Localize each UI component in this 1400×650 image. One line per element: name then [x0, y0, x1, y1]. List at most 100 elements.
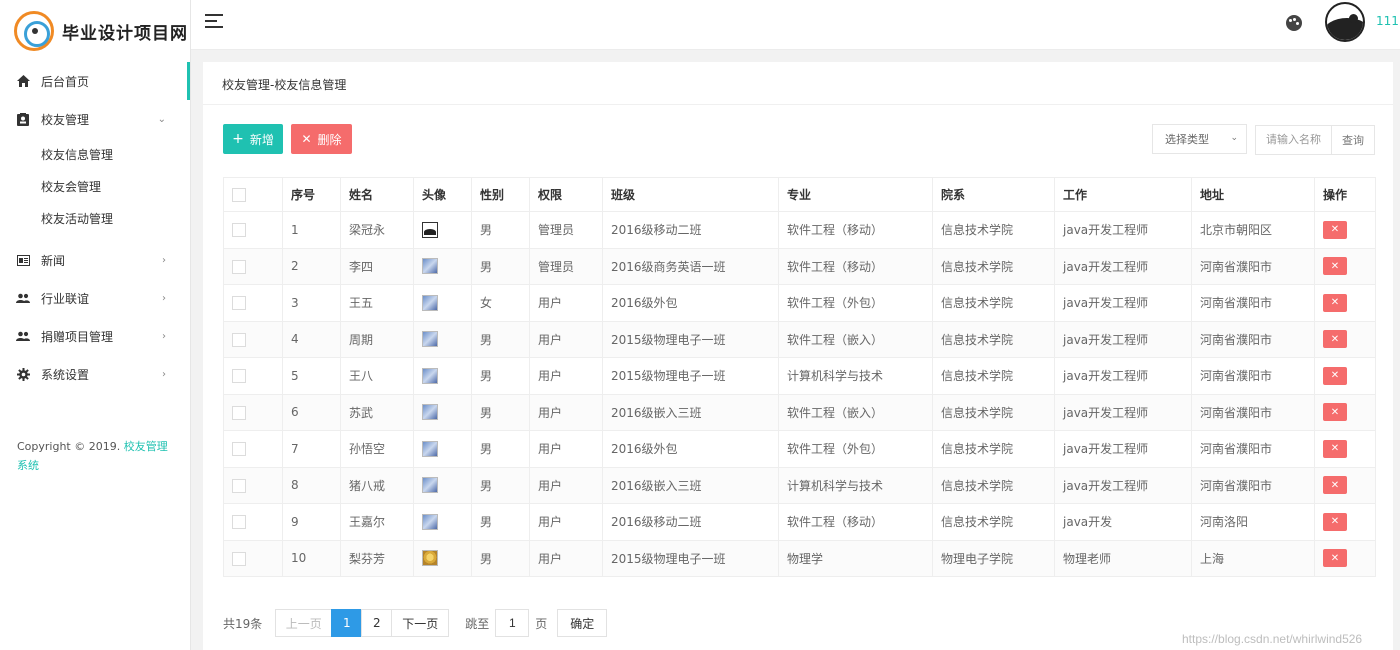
sidebar-subitem-alumni-association[interactable]: 校友会管理: [0, 170, 190, 202]
cell-name: 苏武: [340, 393, 414, 431]
avatar[interactable]: [1325, 2, 1365, 42]
sidebar-item-donation[interactable]: 捐赠项目管理 ›: [0, 317, 190, 355]
avatar-cell: [413, 211, 472, 249]
cell-role: 用户: [529, 393, 603, 431]
cell-no: 10: [282, 539, 341, 577]
type-select[interactable]: 选择类型 ⌄: [1152, 124, 1247, 154]
sidebar-item-home[interactable]: 后台首页: [0, 62, 190, 100]
sidebar-item-label: 新闻: [41, 253, 66, 268]
query-button[interactable]: 查询: [1331, 125, 1375, 155]
watermark: https://blog.csdn.net/whirlwind526: [1182, 632, 1363, 646]
avatar-thumbnail: [422, 294, 438, 311]
row-delete-button[interactable]: ✕: [1323, 439, 1347, 458]
cell-addr: 上海: [1191, 539, 1315, 577]
row-delete-button[interactable]: ✕: [1323, 366, 1347, 385]
row-checkbox[interactable]: [232, 223, 246, 237]
cell-name: 周期: [340, 320, 414, 358]
prev-page-button[interactable]: 上一页: [275, 609, 333, 637]
cell-addr: 河南省濮阳市: [1191, 466, 1315, 504]
row-checkbox[interactable]: [232, 551, 246, 566]
cell-major: 计算机科学与技术: [778, 466, 933, 504]
row-delete-button[interactable]: ✕: [1323, 476, 1347, 495]
row-checkbox[interactable]: [232, 478, 246, 493]
table-row[interactable]: 6 苏武 男用户 2016级嵌入三班 软件工程（嵌入） 信息技术学院 java开发工程师 河南…: [223, 393, 1376, 431]
select-all-checkbox[interactable]: [232, 187, 246, 202]
cell-class: 2016级外包: [602, 284, 779, 322]
action-cell: ✕: [1314, 357, 1376, 395]
row-delete-button[interactable]: ✕: [1323, 549, 1347, 568]
chevron-right-icon: ›: [162, 292, 166, 304]
row-delete-button[interactable]: ✕: [1323, 512, 1347, 531]
table-row[interactable]: 9 王嘉尔 男用户 2016级移动二班 软件工程（移动） 信息技术学院 java开发 河南洛阳…: [223, 503, 1376, 541]
row-checkbox[interactable]: [232, 405, 246, 420]
row-select-cell: [223, 320, 283, 358]
sidebar-item-news[interactable]: 新闻 ›: [0, 241, 190, 279]
cell-major: 软件工程（外包）: [778, 284, 933, 322]
cell-no: 3: [282, 284, 341, 322]
row-checkbox[interactable]: [232, 515, 246, 529]
row-select-cell: [223, 211, 283, 249]
search-input[interactable]: [1255, 125, 1332, 155]
row-checkbox[interactable]: [232, 369, 246, 383]
page-button-1[interactable]: 1: [331, 609, 363, 637]
add-button-label: 新增: [249, 132, 274, 147]
avatar-thumbnail: [422, 404, 438, 421]
chevron-right-icon: ›: [162, 368, 166, 380]
jump-page-input[interactable]: [495, 609, 530, 637]
row-checkbox[interactable]: [232, 296, 246, 310]
chevron-down-icon: ⌄: [157, 113, 166, 125]
menu-toggle-icon[interactable]: [205, 14, 223, 28]
table-row[interactable]: 8 猪八戒 男用户 2016级嵌入三班 计算机科学与技术 信息技术学院 java开发工程师河…: [223, 466, 1376, 504]
total-count: 共19条: [223, 616, 263, 631]
delete-button[interactable]: ✕ 删除: [291, 124, 352, 154]
row-checkbox[interactable]: [232, 259, 246, 274]
cell-addr: 北京市朝阳区: [1191, 211, 1315, 249]
table-row[interactable]: 5 王八 男用户 2015级物理电子一班 计算机科学与技术 信息技术学院 java开发工程师…: [223, 357, 1376, 395]
logo[interactable]: 毕业设计项目网: [0, 0, 190, 62]
action-cell: ✕: [1314, 466, 1376, 504]
table-row[interactable]: 7 孙悟空 男用户 2016级外包 软件工程（外包） 信息技术学院 java开发工程师 河南省…: [223, 430, 1376, 468]
plus-icon: +: [232, 131, 244, 147]
cell-no: 7: [282, 430, 341, 468]
username[interactable]: 111: [1376, 14, 1399, 28]
table-row[interactable]: 3 王五 女用户 2016级外包 软件工程（外包） 信息技术学院 java开发工程师 河南省濮…: [223, 284, 1376, 322]
avatar-thumbnail: [422, 367, 438, 384]
row-delete-button[interactable]: ✕: [1323, 403, 1347, 422]
page-button-2[interactable]: 2: [361, 609, 393, 637]
avatar-cell: [413, 247, 472, 285]
cell-role: 用户: [529, 503, 603, 541]
next-page-button[interactable]: 下一页: [391, 609, 450, 637]
confirm-jump-button[interactable]: 确定: [557, 609, 608, 637]
row-delete-button[interactable]: ✕: [1323, 257, 1347, 276]
column-header: 性别: [471, 177, 530, 212]
table-row[interactable]: 1 梁冠永 男管理员 2016级移动二班 软件工程（移动） 信息技术学院 java开发工程师…: [223, 211, 1376, 249]
row-checkbox[interactable]: [232, 442, 246, 456]
sidebar-item-settings[interactable]: 系统设置 ›: [0, 355, 190, 393]
cell-gender: 男: [471, 357, 530, 395]
sidebar-item-alumni[interactable]: 校友管理 ⌄: [0, 100, 190, 138]
row-delete-button[interactable]: ✕: [1323, 293, 1347, 312]
add-button[interactable]: + 新增: [223, 124, 283, 154]
palette-icon[interactable]: [1286, 15, 1302, 31]
table-row[interactable]: 10 梨芬芳 男用户 2015级物理电子一班 物理学 物理电子学院 物理老师 上海 ✕: [223, 539, 1376, 577]
alumni-submenu: 校友信息管理 校友会管理 校友活动管理: [0, 138, 190, 234]
cell-major: 软件工程（移动）: [778, 247, 933, 285]
cell-job: java开发工程师: [1054, 284, 1192, 322]
row-delete-button[interactable]: ✕: [1323, 330, 1347, 349]
row-delete-button[interactable]: ✕: [1323, 220, 1347, 239]
avatar-thumbnail: [422, 258, 438, 275]
row-checkbox[interactable]: [232, 332, 246, 347]
sidebar-subitem-alumni-info[interactable]: 校友信息管理: [0, 138, 190, 170]
avatar-thumbnail: [422, 331, 438, 348]
sidebar-subitem-alumni-activity[interactable]: 校友活动管理: [0, 202, 190, 234]
action-cell: ✕: [1314, 247, 1376, 285]
sidebar-item-label: 校友管理: [41, 112, 90, 127]
jump-label: 跳至: [465, 616, 490, 631]
column-header: 专业: [778, 177, 933, 212]
sidebar-item-industry[interactable]: 行业联谊 ›: [0, 279, 190, 317]
type-select-value: 选择类型: [1165, 133, 1209, 146]
cell-job: java开发工程师: [1054, 211, 1192, 249]
table-row[interactable]: 4 周期 男用户 2015级物理电子一班 软件工程（嵌入） 信息技术学院 java开发工程师…: [223, 320, 1376, 358]
cell-gender: 男: [471, 320, 530, 358]
table-row[interactable]: 2 李四 男管理员 2016级商务英语一班 软件工程（移动） 信息技术学院 java开发工程…: [223, 247, 1376, 285]
